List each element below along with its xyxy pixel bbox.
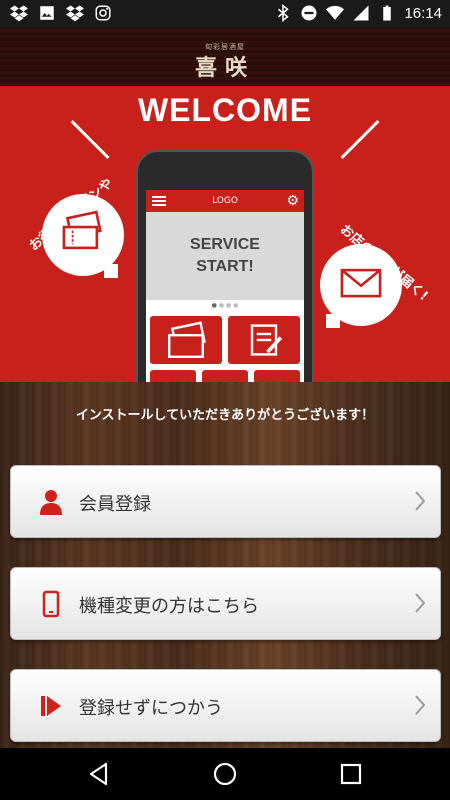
- gear-icon: ⚙: [286, 193, 299, 209]
- skip-icon: [41, 696, 61, 716]
- ticket-icon: [168, 321, 206, 358]
- system-nav-bar: [0, 748, 450, 800]
- thanks-message: インストールしていただきありがとうございます！: [75, 408, 375, 423]
- person-icon: [40, 490, 62, 515]
- welcome-banner: WELCOME お得なクーポンや お店の情報が届く! LOGO ⚙ SERVIC…: [0, 86, 450, 382]
- dropbox-icon: [66, 5, 84, 22]
- menu-icon: [152, 196, 166, 206]
- device-change-label: 機種変更の方はこちら: [79, 596, 259, 617]
- grid-tile: [202, 370, 248, 382]
- main-panel: インストールしていただきありがとうございます！ 会員登録 機種変更の方はこちら …: [0, 382, 450, 748]
- info-bubble: [320, 244, 402, 328]
- bluetooth-icon: [278, 4, 290, 22]
- instagram-icon: [95, 5, 111, 21]
- service-start-banner: SERVICE START!: [146, 212, 304, 300]
- ticket-icon: [62, 210, 102, 250]
- shop-logo: 喜咲: [194, 55, 255, 81]
- page-indicator: ● ● ● ●: [211, 302, 239, 309]
- use-without-register-label: 登録せずにつかう: [79, 698, 223, 719]
- home-icon[interactable]: [212, 761, 238, 787]
- phone-screen: LOGO ⚙ SERVICE START! ● ● ● ●: [146, 190, 304, 382]
- device-change-button[interactable]: 機種変更の方はこちら: [10, 567, 441, 640]
- signal-icon: [353, 5, 369, 21]
- phone-app-bar: LOGO ⚙: [146, 190, 304, 212]
- grid-tile: [150, 370, 196, 382]
- service-line1: SERVICE: [190, 236, 260, 253]
- phone-illustration: LOGO ⚙ SERVICE START! ● ● ● ●: [136, 150, 314, 382]
- wifi-icon: [326, 5, 345, 20]
- coupon-bubble: [42, 194, 124, 278]
- welcome-title: WELCOME: [137, 92, 313, 128]
- service-line2: START!: [196, 258, 254, 275]
- use-without-register-button[interactable]: 登録せずにつかう: [10, 669, 441, 742]
- mail-icon: [340, 268, 382, 298]
- smartphone-icon: [42, 590, 60, 618]
- phone-tiles: [146, 312, 304, 382]
- member-register-label: 会員登録: [79, 494, 151, 515]
- do-not-disturb-icon: [301, 5, 317, 21]
- coupon-tile: [150, 316, 222, 364]
- status-bar: 16:14: [0, 0, 450, 28]
- image-icon: [40, 6, 54, 20]
- chevron-right-icon: [415, 695, 426, 715]
- memo-icon: [250, 324, 283, 356]
- dropbox-icon: [10, 5, 28, 22]
- clock: 16:14: [404, 4, 442, 22]
- phone-logo: LOGO: [212, 196, 238, 206]
- chevron-right-icon: [415, 491, 426, 511]
- chevron-right-icon: [415, 593, 426, 613]
- memo-tile: [228, 316, 300, 364]
- back-icon[interactable]: [86, 761, 112, 787]
- app-header: 旬彩居酒屋 喜咲: [0, 28, 450, 86]
- member-register-button[interactable]: 会員登録: [10, 465, 441, 538]
- recents-icon[interactable]: [338, 761, 364, 787]
- grid-tile: [254, 370, 300, 382]
- battery-icon: [383, 5, 392, 21]
